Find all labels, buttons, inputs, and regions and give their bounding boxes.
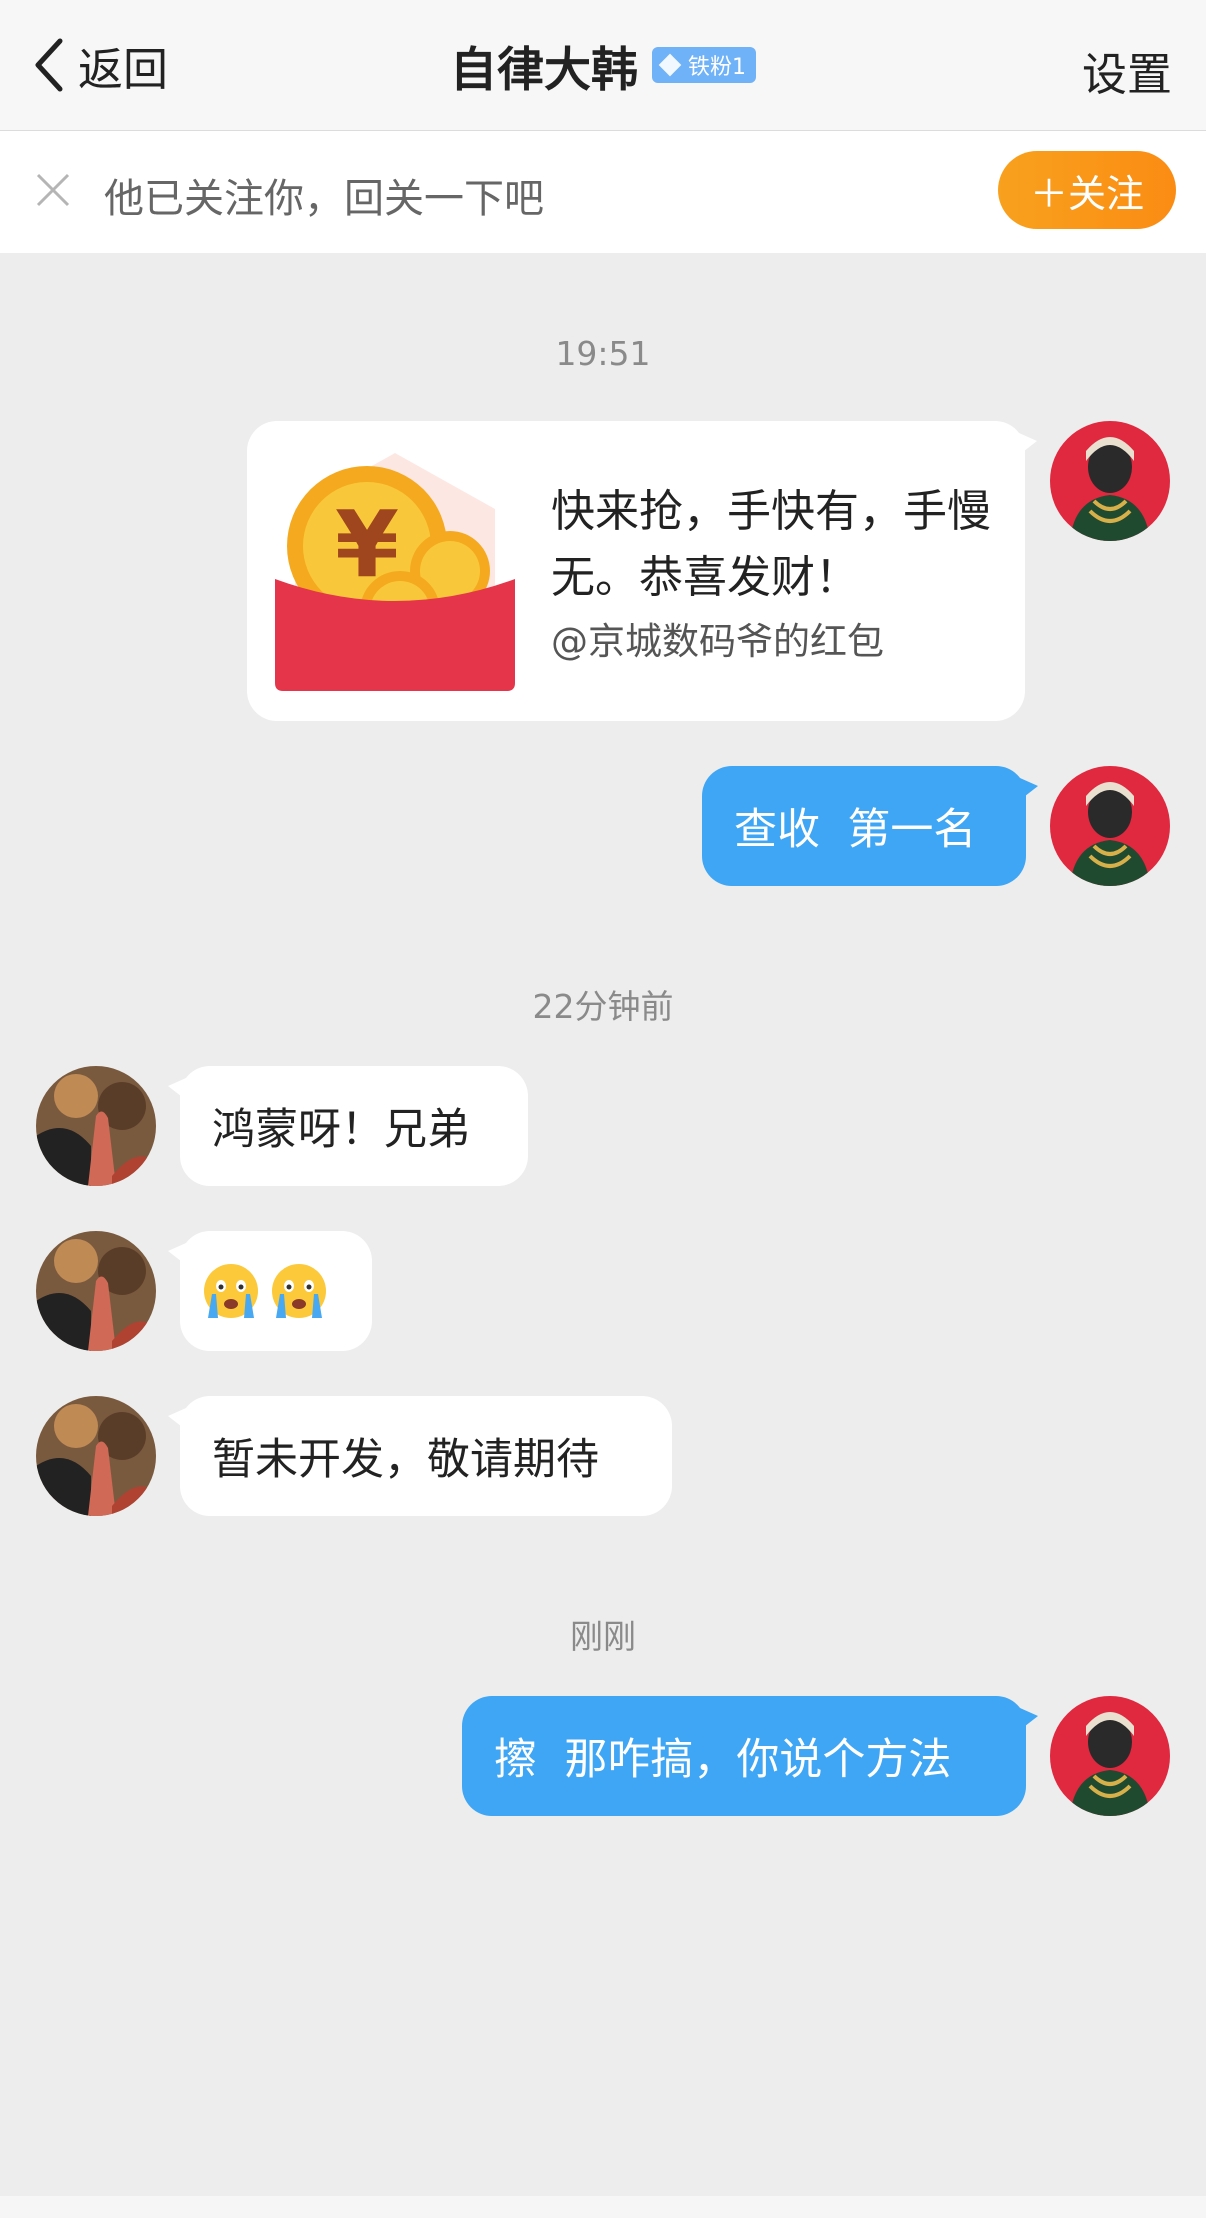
contact-avatar[interactable]: [36, 1231, 156, 1351]
outgoing-message[interactable]: 擦 那咋搞，你说个方法: [462, 1696, 1038, 1816]
outgoing-message[interactable]: 查收 第一名: [702, 766, 1038, 886]
crying-face-icon: [272, 1264, 326, 1318]
message-text: 擦 那咋搞，你说个方法: [494, 1735, 952, 1785]
timestamp: 刚刚: [570, 1617, 636, 1656]
fan-badge-label: 铁粉1: [688, 55, 746, 80]
avatar-image-contact: [36, 1231, 156, 1351]
avatar-image-self: [1050, 766, 1170, 886]
incoming-message[interactable]: 鸿蒙呀！兄弟: [168, 1066, 528, 1186]
follow-suggestion-bar: 他已关注你，回关一下吧 ＋关注: [0, 131, 1206, 253]
close-icon[interactable]: [34, 171, 72, 209]
red-packet-message-text: 快来抢，手快有，手慢无。恭喜发财！: [551, 486, 991, 603]
fan-badge[interactable]: 铁粉1: [652, 47, 756, 83]
avatar-image-self: [1050, 421, 1170, 541]
my-avatar[interactable]: [1050, 421, 1170, 541]
follow-prompt-text: 他已关注你，回关一下吧: [104, 176, 544, 222]
my-avatar[interactable]: [1050, 1696, 1170, 1816]
avatar-image-self: [1050, 1696, 1170, 1816]
message-text: 鸿蒙呀！兄弟: [212, 1105, 470, 1155]
diamond-icon: [658, 53, 682, 77]
bottom-strip: [0, 2196, 1206, 2218]
message-text: 查收 第一名: [734, 805, 977, 855]
contact-avatar[interactable]: [36, 1066, 156, 1186]
incoming-emoji-message[interactable]: [168, 1231, 372, 1351]
avatar-image-contact: [36, 1396, 156, 1516]
settings-button[interactable]: 设置: [1082, 38, 1172, 103]
timestamp: 19:51: [555, 334, 651, 373]
timestamp: 22分钟前: [532, 987, 674, 1026]
avatar-image-contact: [36, 1066, 156, 1186]
title-area: 自律大韩 铁粉1: [0, 30, 1206, 100]
crying-face-icon: [204, 1264, 258, 1318]
incoming-message[interactable]: 暂未开发，敬请期待: [168, 1396, 672, 1516]
red-packet-icon: ¥: [275, 453, 515, 691]
page-title[interactable]: 自律大韩: [450, 31, 638, 100]
nav-bar: 返回 自律大韩 铁粉1 设置: [0, 0, 1206, 131]
follow-back-button[interactable]: ＋关注: [998, 151, 1176, 229]
contact-avatar[interactable]: [36, 1396, 156, 1516]
message-text: 暂未开发，敬请期待: [212, 1435, 599, 1485]
red-packet-sender: @京城数码爷的红包: [551, 620, 884, 663]
red-packet-message[interactable]: ¥ 快来抢，手快有，手慢无。恭喜发财！ @京城数码爷的红包: [247, 421, 1037, 721]
my-avatar[interactable]: [1050, 766, 1170, 886]
